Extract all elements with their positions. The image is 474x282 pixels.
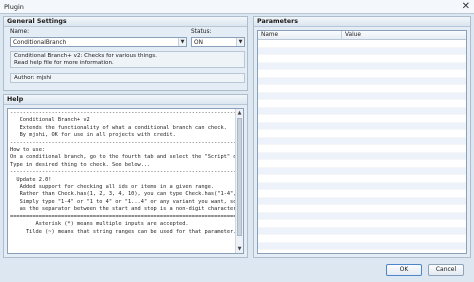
scroll-down-icon[interactable]: ▼ <box>236 245 243 253</box>
empty-row <box>258 160 466 168</box>
ok-button[interactable]: OK <box>386 264 422 276</box>
chevron-down-icon[interactable]: ▼ <box>236 38 244 46</box>
parameters-table[interactable]: Name Value <box>257 30 467 254</box>
empty-row <box>258 70 466 78</box>
chevron-down-icon[interactable]: ▼ <box>178 38 186 46</box>
cancel-button[interactable]: Cancel <box>428 264 464 276</box>
help-text: ----------------------------------------… <box>10 110 244 235</box>
general-settings-heading: General Settings <box>4 17 247 27</box>
empty-row <box>258 62 466 70</box>
name-label: Name: <box>10 29 30 35</box>
empty-row <box>258 212 466 220</box>
empty-row <box>258 130 466 138</box>
column-header-value[interactable]: Value <box>342 31 466 40</box>
empty-row <box>258 175 466 183</box>
help-textarea[interactable]: ----------------------------------------… <box>7 108 244 254</box>
empty-row <box>258 55 466 63</box>
empty-row <box>258 205 466 213</box>
empty-row <box>258 145 466 153</box>
help-scrollbar[interactable]: ▲ ▼ <box>235 109 243 253</box>
description-line: Conditional Branch+ v2: Checks for vario… <box>14 53 157 59</box>
empty-row <box>258 152 466 160</box>
name-field[interactable]: ConditionalBranch ▼ <box>10 37 187 47</box>
empty-row <box>258 47 466 55</box>
empty-row <box>258 167 466 175</box>
status-label: Status: <box>191 29 212 35</box>
help-panel: Help -----------------------------------… <box>3 94 248 258</box>
empty-row <box>258 250 466 253</box>
plugin-description: Conditional Branch+ v2: Checks for vario… <box>10 51 245 68</box>
general-settings-panel: General Settings Name: ConditionalBranch… <box>3 16 248 91</box>
empty-row <box>258 197 466 205</box>
empty-row <box>258 115 466 123</box>
empty-row <box>258 92 466 100</box>
name-value: ConditionalBranch <box>13 39 67 46</box>
scrollbar-thumb[interactable] <box>237 118 242 236</box>
empty-row <box>258 40 466 48</box>
status-value: ON <box>194 39 203 46</box>
empty-row <box>258 220 466 228</box>
scroll-up-icon[interactable]: ▲ <box>236 109 243 117</box>
window-title: Plugin <box>4 3 24 11</box>
window-titlebar: Plugin ✕ <box>0 0 474 14</box>
parameters-panel: Parameters Name Value <box>253 16 471 258</box>
empty-row <box>258 235 466 243</box>
empty-row <box>258 227 466 235</box>
description-line: Read help file for more information. <box>14 60 114 66</box>
parameters-rows <box>258 40 466 253</box>
parameters-table-header: Name Value <box>258 31 466 40</box>
empty-row <box>258 242 466 250</box>
author-text: Author: mjshi <box>14 75 52 81</box>
empty-row <box>258 137 466 145</box>
help-heading: Help <box>4 95 247 105</box>
parameters-heading: Parameters <box>254 17 470 27</box>
empty-row <box>258 100 466 108</box>
empty-row <box>258 77 466 85</box>
plugin-author: Author: mjshi <box>10 73 245 83</box>
empty-row <box>258 107 466 115</box>
empty-row <box>258 122 466 130</box>
status-select[interactable]: ON ▼ <box>191 37 245 47</box>
empty-row <box>258 85 466 93</box>
empty-row <box>258 182 466 190</box>
column-header-name[interactable]: Name <box>258 31 342 40</box>
close-icon[interactable]: ✕ <box>462 1 470 12</box>
empty-row <box>258 190 466 198</box>
